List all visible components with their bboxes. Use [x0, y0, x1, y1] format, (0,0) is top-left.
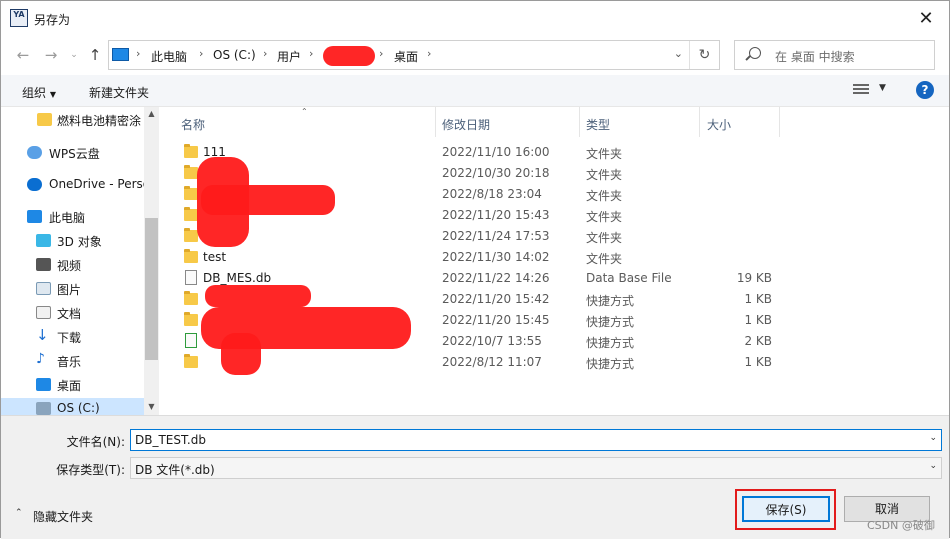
cloud-icon	[27, 146, 42, 159]
chevron-right-icon[interactable]: ›	[309, 47, 313, 60]
folder-shortcut-icon	[184, 291, 198, 305]
chevron-right-icon[interactable]: ›	[199, 47, 203, 60]
folder-icon	[184, 165, 198, 179]
sidebar-item-pictures[interactable]: 图片	[1, 278, 144, 300]
scroll-down-icon[interactable]: ▼	[144, 402, 159, 411]
sidebar-item-documents[interactable]: 文档	[1, 302, 144, 324]
redaction-mark	[205, 285, 311, 307]
new-folder-button[interactable]: 新建文件夹	[89, 84, 149, 101]
folder-shortcut-icon	[184, 354, 198, 368]
sidebar-item-music[interactable]: ♪ 音乐	[1, 350, 144, 372]
redaction-mark	[323, 46, 375, 66]
redaction-mark	[221, 333, 261, 375]
column-date-header[interactable]: 修改日期	[442, 116, 490, 133]
file-icon	[185, 270, 197, 285]
scroll-up-icon[interactable]: ▲	[144, 109, 159, 118]
command-toolbar: 组织 ▼ 新建文件夹 ▼ ?	[1, 75, 949, 107]
navigation-bar: ← → ⌄ ↑ › 此电脑 › OS (C:) › 用户 › › 桌面 › ⌄ …	[1, 35, 949, 75]
folder-icon	[184, 228, 198, 242]
column-type-header[interactable]: 类型	[586, 116, 610, 133]
table-row[interactable]: 2022/11/24 17:53 文件夹	[161, 226, 949, 247]
column-headers: 名称 修改日期 类型 大小	[161, 107, 949, 137]
desktop-icon	[36, 378, 51, 391]
sidebar-item-onedrive[interactable]: OneDrive - Perso	[1, 174, 150, 196]
folder-icon	[184, 144, 198, 158]
forward-arrow-icon[interactable]: →	[41, 45, 61, 65]
chevron-down-icon[interactable]: ⌄	[674, 47, 683, 60]
watermark: CSDN @破御	[867, 519, 935, 532]
back-arrow-icon[interactable]: ←	[13, 45, 33, 65]
sidebar-item-wps-cloud[interactable]: WPS云盘	[1, 142, 144, 164]
filename-field[interactable]: DB_TEST.db ⌄	[130, 429, 942, 451]
up-arrow-icon[interactable]: ↑	[85, 45, 105, 65]
search-placeholder: 在 桌面 中搜索	[775, 50, 855, 64]
search-box[interactable]: 在 桌面 中搜索	[734, 40, 935, 70]
chevron-down-icon[interactable]: ⌄	[929, 433, 937, 443]
sidebar-item-fuel-cell[interactable]: 燃料电池精密涂	[1, 109, 144, 131]
recent-locations-icon[interactable]: ⌄	[64, 45, 84, 65]
redaction-mark	[201, 185, 335, 215]
filename-label: 文件名(N):	[66, 435, 125, 449]
music-icon: ♪	[36, 351, 45, 367]
sidebar-item-desktop[interactable]: 桌面	[1, 374, 144, 396]
chevron-down-icon[interactable]: ▼	[879, 83, 886, 93]
filetype-select[interactable]: DB 文件(*.db) ⌄	[130, 457, 942, 479]
view-options-icon[interactable]	[853, 84, 869, 96]
onedrive-icon	[27, 178, 42, 191]
save-as-dialog: YA 另存为 ✕ ← → ⌄ ↑ › 此电脑 › OS (C:) › 用户 › …	[0, 0, 950, 539]
breadcrumb-drive[interactable]: OS (C:)	[213, 48, 256, 62]
folder-icon	[184, 249, 198, 263]
folder-sync-icon	[184, 186, 198, 200]
sidebar-item-this-pc[interactable]: 此电脑	[1, 206, 144, 228]
help-icon[interactable]: ?	[916, 81, 934, 99]
window-title: 另存为	[34, 13, 71, 27]
column-name-header[interactable]: 名称	[181, 116, 205, 133]
folder-icon	[37, 113, 52, 126]
drive-icon	[36, 402, 51, 415]
column-size-header[interactable]: 大小	[707, 116, 731, 133]
save-highlight-box	[735, 489, 836, 530]
table-row[interactable]: 2022/8/12 11:07 快捷方式 1 KB	[161, 352, 949, 373]
address-bar[interactable]: › 此电脑 › OS (C:) › 用户 › › 桌面 › ⌄ ↻	[108, 40, 720, 70]
computer-icon	[112, 48, 129, 61]
picture-icon	[36, 282, 51, 295]
breadcrumb-desktop[interactable]: 桌面	[394, 48, 418, 65]
chevron-up-icon: ⌃	[15, 508, 23, 518]
breadcrumb-users[interactable]: 用户	[277, 48, 301, 65]
computer-icon	[27, 210, 42, 223]
sidebar-item-downloads[interactable]: ↓ 下载	[1, 326, 144, 348]
download-icon: ↓	[36, 326, 49, 344]
chevron-right-icon[interactable]: ›	[379, 47, 383, 60]
refresh-icon[interactable]: ↻	[689, 41, 719, 69]
organize-menu[interactable]: 组织 ▼	[22, 84, 56, 101]
sidebar-item-3d-objects[interactable]: 3D 对象	[1, 230, 144, 252]
close-button[interactable]: ✕	[909, 5, 943, 31]
table-row[interactable]: 2022/10/30 20:18 文件夹	[161, 163, 949, 184]
sidebar-scrollbar[interactable]: ▲ ▼	[144, 107, 159, 415]
video-icon	[36, 258, 51, 271]
scrollbar-thumb[interactable]	[145, 218, 158, 360]
title-bar: YA 另存为 ✕	[1, 1, 949, 35]
chevron-right-icon[interactable]: ›	[263, 47, 267, 60]
sidebar-item-os-drive[interactable]: OS (C:)	[1, 398, 144, 415]
cube-icon	[36, 234, 51, 247]
file-list: ⌃ 名称 修改日期 类型 大小 111 2022/11/10 16:00 文件夹…	[161, 107, 949, 415]
shortcut-icon	[185, 333, 197, 348]
chevron-right-icon[interactable]: ›	[427, 47, 431, 60]
filetype-label: 保存类型(T):	[56, 463, 125, 477]
chevron-right-icon[interactable]: ›	[136, 47, 140, 60]
table-row[interactable]: 111 2022/11/10 16:00 文件夹	[161, 142, 949, 163]
document-icon	[36, 306, 51, 319]
search-icon	[749, 47, 761, 59]
folder-shortcut-icon	[184, 312, 198, 326]
table-row[interactable]: test 2022/11/30 14:02 文件夹	[161, 247, 949, 268]
navigation-pane: 燃料电池精密涂 WPS云盘 OneDrive - Perso 此电脑 3D 对象…	[1, 107, 159, 415]
sidebar-item-videos[interactable]: 视频	[1, 254, 144, 276]
hide-folders-toggle[interactable]: ⌃ 隐藏文件夹	[15, 508, 93, 525]
app-icon: YA	[10, 9, 28, 27]
chevron-down-icon[interactable]: ⌄	[929, 461, 937, 471]
breadcrumb-this-pc[interactable]: 此电脑	[151, 48, 187, 65]
folder-icon	[184, 207, 198, 221]
